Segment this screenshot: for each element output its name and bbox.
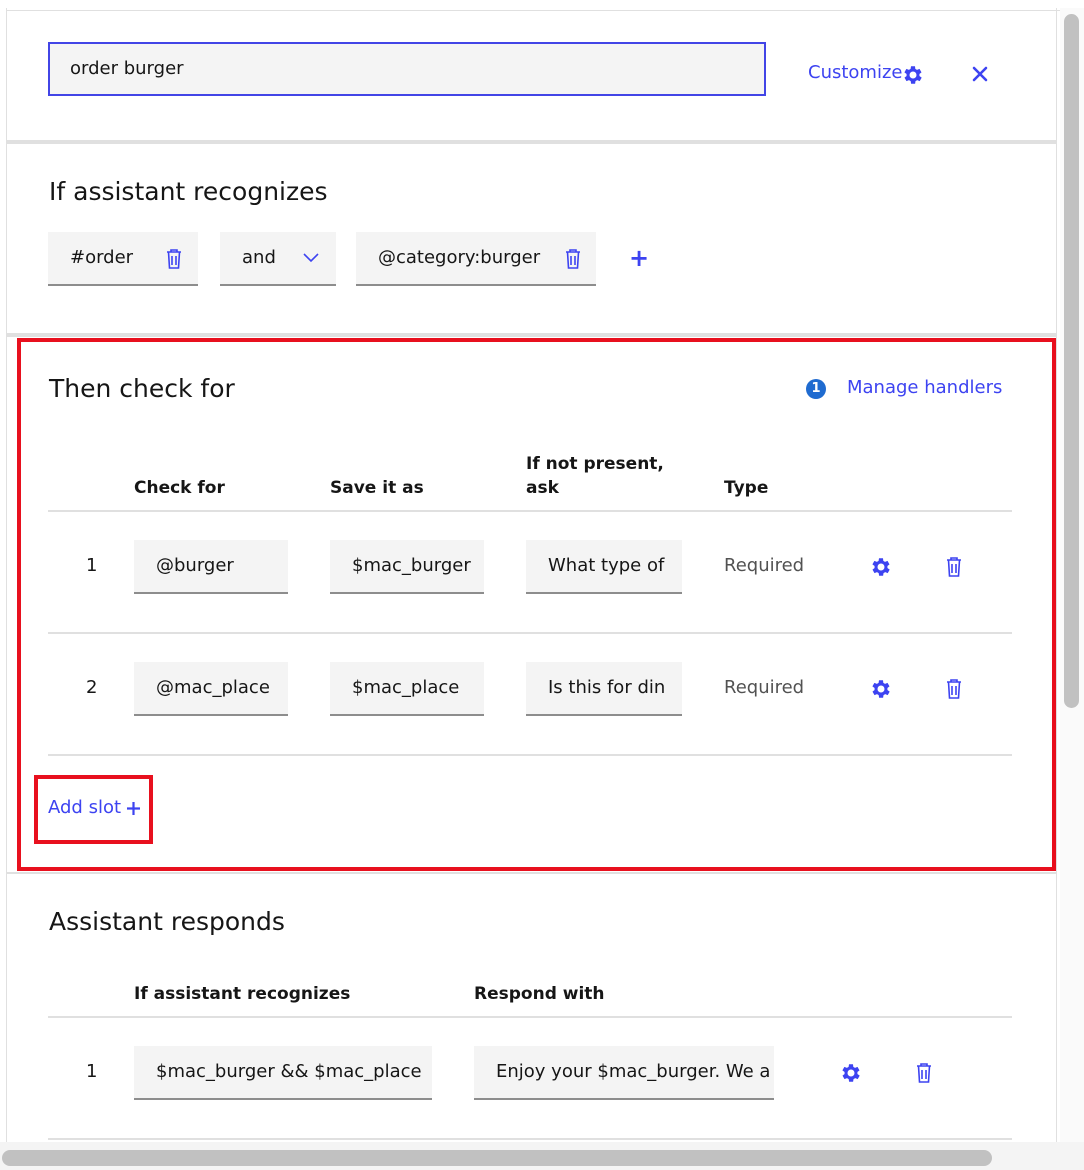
close-icon[interactable]	[972, 66, 988, 82]
responds-title: Assistant responds	[49, 907, 285, 936]
table-divider	[48, 632, 1012, 634]
add-slot-label: Add slot	[48, 797, 122, 818]
plus-icon[interactable]	[126, 801, 141, 816]
recognizes-title: If assistant recognizes	[49, 177, 328, 206]
slot-delete-trash-icon[interactable]	[945, 678, 963, 700]
node-name-input[interactable]: order burger	[48, 42, 766, 96]
section-divider	[6, 872, 1056, 874]
slots-highlight-box	[17, 338, 1056, 871]
customize-label: Customize	[808, 62, 903, 83]
operator-value: and	[242, 247, 276, 268]
slot-delete-trash-icon[interactable]	[945, 556, 963, 578]
section-divider	[6, 140, 1056, 144]
column-header-respond-with: Respond with	[474, 984, 605, 1004]
slot-row-number: 2	[86, 677, 98, 698]
response-delete-trash-icon[interactable]	[915, 1062, 933, 1084]
response-condition-field[interactable]: $mac_burger && $mac_place	[134, 1046, 432, 1100]
table-divider	[48, 510, 1012, 512]
chevron-down-icon[interactable]	[303, 253, 319, 263]
slot-check-for-value: @mac_place	[156, 677, 270, 698]
slot-save-as-value: $mac_place	[352, 677, 460, 698]
slot-save-as-field[interactable]: $mac_burger	[330, 540, 484, 594]
add-condition-button[interactable]: +	[629, 244, 649, 272]
slot-check-for-field[interactable]: @mac_place	[134, 662, 288, 716]
response-text-field[interactable]: Enjoy your $mac_burger. We a	[474, 1046, 774, 1100]
response-condition-value: $mac_burger && $mac_place	[156, 1061, 422, 1082]
slot-settings-gear-icon[interactable]	[869, 677, 893, 701]
table-divider	[48, 754, 1012, 756]
column-header-if-not-present: If not present, ask	[526, 454, 664, 498]
slot-type[interactable]: Required	[724, 677, 804, 698]
section-divider	[6, 333, 1056, 337]
slot-check-for-value: @burger	[156, 555, 234, 576]
slot-prompt-value: What type of	[548, 555, 665, 576]
slot-save-as-field[interactable]: $mac_place	[330, 662, 484, 716]
trash-icon[interactable]	[564, 248, 582, 270]
response-settings-gear-icon[interactable]	[839, 1061, 863, 1085]
horizontal-scrollbar-thumb[interactable]	[2, 1150, 992, 1166]
trash-icon[interactable]	[165, 248, 183, 270]
column-header-check-for: Check for	[134, 478, 225, 498]
customize-gear-icon[interactable]	[901, 63, 925, 87]
condition-field-entity[interactable]: @category:burger	[356, 232, 596, 286]
column-header-condition: If assistant recognizes	[134, 984, 351, 1004]
slot-type[interactable]: Required	[724, 555, 804, 576]
response-row-number: 1	[86, 1061, 98, 1082]
manage-handlers-link[interactable]: Manage handlers	[847, 377, 1002, 398]
panel-top-border	[0, 0, 1060, 11]
slot-settings-gear-icon[interactable]	[869, 555, 893, 579]
column-header-type: Type	[724, 478, 769, 498]
slot-prompt-value: Is this for din	[548, 677, 666, 698]
table-divider	[48, 1138, 1012, 1140]
response-text-value: Enjoy your $mac_burger. We a	[496, 1061, 771, 1082]
condition-entity-value: @category:burger	[378, 247, 541, 268]
condition-intent-value: #order	[70, 247, 134, 268]
table-divider	[48, 1016, 1012, 1018]
slot-prompt-field[interactable]: What type of	[526, 540, 682, 594]
slot-row-number: 1	[86, 555, 98, 576]
handlers-count-badge: 1	[806, 379, 826, 399]
slot-check-for-field[interactable]: @burger	[134, 540, 288, 594]
panel-right-edge	[1056, 8, 1057, 1142]
column-header-save-as: Save it as	[330, 478, 424, 498]
slot-save-as-value: $mac_burger	[352, 555, 471, 576]
vertical-scrollbar-thumb[interactable]	[1064, 14, 1079, 708]
panel-left-edge	[0, 8, 7, 1142]
add-slot-button[interactable]: Add slot	[48, 797, 121, 818]
customize-link[interactable]: Customize	[808, 62, 902, 83]
slots-title: Then check for	[49, 374, 235, 403]
slot-prompt-field[interactable]: Is this for din	[526, 662, 682, 716]
